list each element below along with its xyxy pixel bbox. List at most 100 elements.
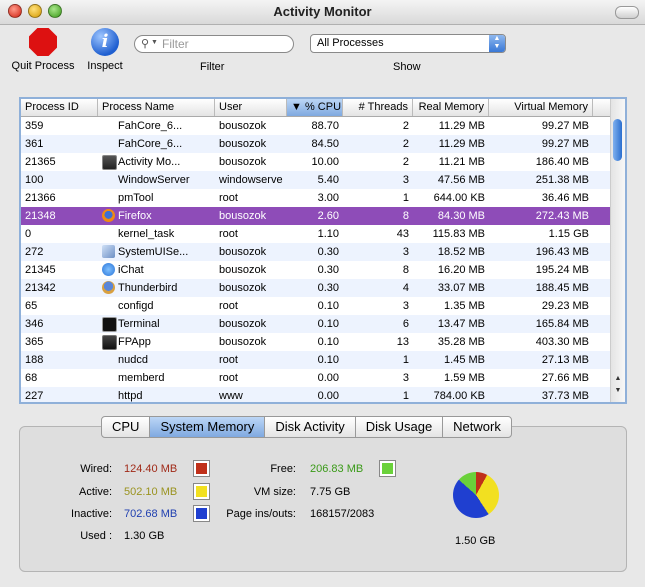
cell-cpu: 0.30 <box>287 261 343 279</box>
table-row[interactable]: 21348 Firefox bousozok 2.60 8 84.30 MB 272.43 … <box>21 207 611 225</box>
tab-cpu[interactable]: CPU <box>102 417 151 437</box>
cell-name: FahCore_6... <box>98 117 215 135</box>
table-row[interactable]: 21365 Activity Mo... bousozok 10.00 2 11.21 M… <box>21 153 611 171</box>
table-row[interactable]: 359 FahCore_6... bousozok 88.70 2 11.29 MB 99.… <box>21 117 611 135</box>
cell-text: 43 <box>396 228 409 240</box>
window-title: Activity Monitor <box>273 4 372 19</box>
column-header-cpu[interactable]: ▼ % CPU <box>287 99 343 116</box>
title-bar[interactable]: Activity Monitor <box>0 0 645 25</box>
cell-text: 0.10 <box>317 300 339 312</box>
inspect-button[interactable]: i Inspect <box>82 28 128 72</box>
table-row[interactable]: 365 FPApp bousozok 0.10 13 35.28 MB 403.30 MB <box>21 333 611 351</box>
filter-label: Filter <box>200 61 225 73</box>
table-row[interactable]: 21345 iChat bousozok 0.30 8 16.20 MB 195.24 MB <box>21 261 611 279</box>
inactive-value: 702.68 MB <box>124 508 178 520</box>
table-row[interactable]: 21342 Thunderbird bousozok 0.30 4 33.07 MB 188… <box>21 279 611 297</box>
cell-text: 21365 <box>25 156 56 168</box>
cell-text: 6 <box>402 318 409 330</box>
cell-text: 1.15 GB <box>548 228 589 240</box>
cell-text: 27.13 MB <box>541 354 589 366</box>
cell-name: httpd <box>98 387 215 402</box>
cell-user: root <box>215 351 287 369</box>
tab-system-memory[interactable]: System Memory <box>150 417 266 437</box>
show-select-value: All Processes <box>317 37 384 49</box>
cell-text: nudcd <box>118 354 148 366</box>
cell-text: 196.43 MB <box>535 246 589 258</box>
cell-real: 784.00 KB <box>413 387 489 402</box>
search-icon: ⚲ <box>141 38 150 50</box>
table-row[interactable]: 65 configd root 0.10 3 1.35 MB 29.23 MB <box>21 297 611 315</box>
scroll-down-arrow-icon[interactable]: ▼ <box>611 387 625 398</box>
cell-text: 186.40 MB <box>535 156 589 168</box>
cell-text: 0.10 <box>317 336 339 348</box>
cell-virtual: 251.38 MB <box>489 171 593 189</box>
cell-text: bousozok <box>219 246 267 258</box>
column-header-cpu-label: % CPU <box>304 101 342 113</box>
cell-real: 11.21 MB <box>413 153 489 171</box>
cell-real: 84.30 MB <box>413 207 489 225</box>
column-header-user[interactable]: User <box>215 99 287 116</box>
free-color-swatch[interactable] <box>379 460 396 477</box>
column-header-process-id[interactable]: Process ID <box>21 99 98 116</box>
cell-text: 29.23 MB <box>541 300 589 312</box>
scroll-up-arrow-icon[interactable]: ▲ <box>611 375 625 386</box>
total-memory-value: 1.50 GB <box>455 535 496 547</box>
cell-text: Thunderbird <box>118 282 178 294</box>
cell-text: 13 <box>396 336 409 348</box>
cell-real: 47.56 MB <box>413 171 489 189</box>
cell-text: 65 <box>25 300 38 312</box>
quit-process-button[interactable]: Quit Process <box>8 28 78 72</box>
cell-text: bousozok <box>219 156 267 168</box>
cell-text: root <box>219 354 238 366</box>
tab-disk-activity[interactable]: Disk Activity <box>265 417 356 437</box>
cell-threads: 3 <box>343 171 413 189</box>
table-row[interactable]: 272 SystemUISe... bousozok 0.30 3 18.52 MB 196… <box>21 243 611 261</box>
table-row[interactable]: 100 WindowServer windowserve 5.40 3 47.56 MB 2… <box>21 171 611 189</box>
cell-real: 11.29 MB <box>413 117 489 135</box>
cell-pid: 21348 <box>21 207 98 225</box>
wired-color-swatch[interactable] <box>193 460 210 477</box>
cell-text: 13.47 MB <box>437 318 485 330</box>
free-value: 206.83 MB <box>310 463 364 475</box>
column-header-process-name[interactable]: Process Name <box>98 99 215 116</box>
scrollbar-thumb[interactable] <box>613 119 622 161</box>
cell-name: kernel_task <box>98 225 215 243</box>
cell-text: 0.30 <box>317 264 339 276</box>
column-header-virtual-memory[interactable]: Virtual Memory <box>489 99 593 116</box>
show-processes-select[interactable]: All Processes ▲ ▼ <box>310 34 506 53</box>
cell-text: 37.73 MB <box>541 390 589 402</box>
table-row[interactable]: 68 memberd root 0.00 3 1.59 MB 27.66 MB <box>21 369 611 387</box>
cell-user: bousozok <box>215 333 287 351</box>
tab-disk-usage[interactable]: Disk Usage <box>356 417 444 437</box>
table-row[interactable]: 0 kernel_task root 1.10 43 115.83 MB 1.15 GB <box>21 225 611 243</box>
table-row[interactable]: 227 httpd www 0.00 1 784.00 KB 37.73 MB <box>21 387 611 402</box>
cell-text: 365 <box>25 336 44 348</box>
column-header-threads[interactable]: # Threads <box>343 99 413 116</box>
active-value: 502.10 MB <box>124 486 178 498</box>
cell-virtual: 37.73 MB <box>489 387 593 402</box>
table-row[interactable]: 346 Terminal bousozok 0.10 6 13.47 MB 165.84 M… <box>21 315 611 333</box>
vertical-scrollbar[interactable]: ▲ ▼ <box>610 99 625 402</box>
cell-user: windowserve <box>215 171 287 189</box>
terminal-icon <box>102 317 117 332</box>
tab-network[interactable]: Network <box>443 417 511 437</box>
cell-text: bousozok <box>219 264 267 276</box>
cell-real: 16.20 MB <box>413 261 489 279</box>
cell-name: SystemUISe... <box>98 243 215 261</box>
filter-search-input[interactable]: ⚲ ▼ Filter <box>134 35 294 53</box>
cell-user: root <box>215 369 287 387</box>
quit-process-label: Quit Process <box>11 60 75 72</box>
table-row[interactable]: 188 nudcd root 0.10 1 1.45 MB 27.13 MB <box>21 351 611 369</box>
cell-cpu: 2.60 <box>287 207 343 225</box>
column-header-real-memory[interactable]: Real Memory <box>413 99 489 116</box>
table-row[interactable]: 361 FahCore_6... bousozok 84.50 2 11.29 MB 99.… <box>21 135 611 153</box>
cell-pid: 346 <box>21 315 98 333</box>
cell-text: 27.66 MB <box>541 372 589 384</box>
cell-text: bousozok <box>219 138 267 150</box>
cell-virtual: 195.24 MB <box>489 261 593 279</box>
cell-real: 13.47 MB <box>413 315 489 333</box>
toolbar-toggle-button[interactable] <box>615 6 639 19</box>
cell-cpu: 5.40 <box>287 171 343 189</box>
cell-threads: 8 <box>343 261 413 279</box>
table-row[interactable]: 21366 pmTool root 3.00 1 644.00 KB 36.46 MB <box>21 189 611 207</box>
